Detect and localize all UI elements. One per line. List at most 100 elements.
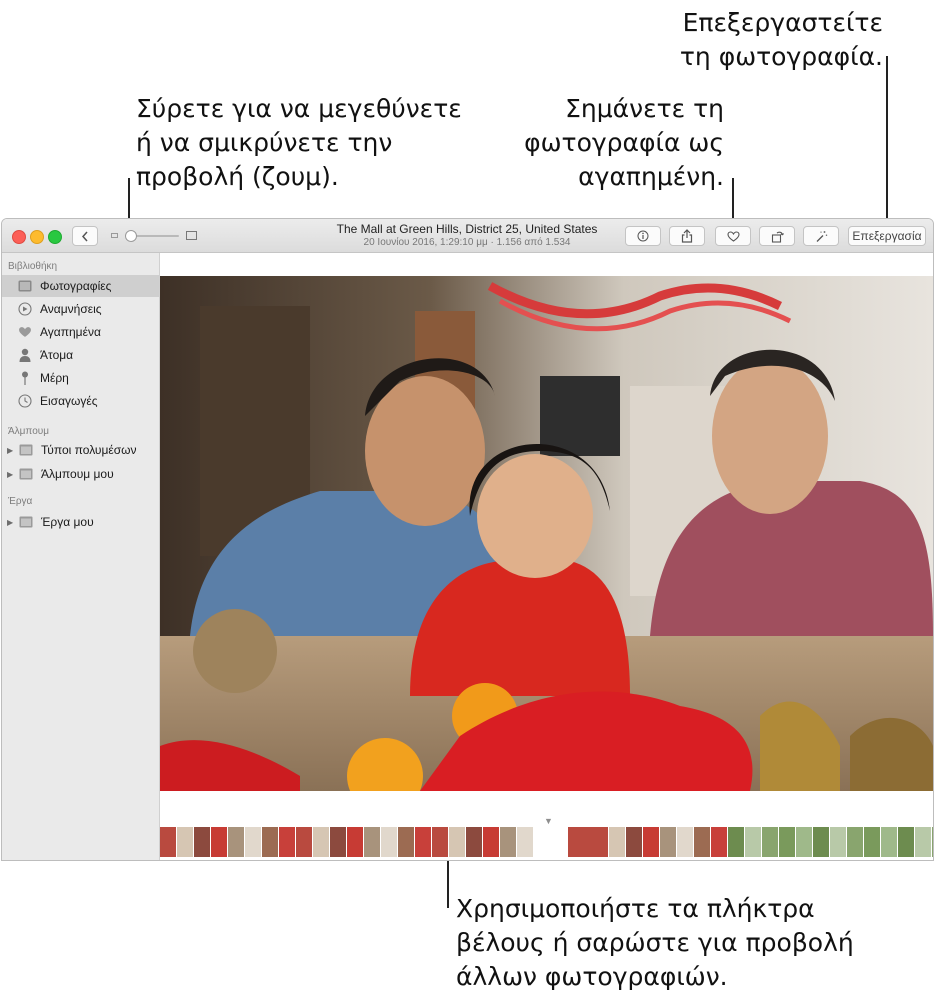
favorite-button[interactable]	[715, 226, 751, 246]
sidebar-item-label: Μέρη	[40, 371, 69, 385]
thumbnail[interactable]	[796, 827, 812, 857]
callout-edit-leader	[886, 56, 888, 226]
folder-icon	[18, 514, 34, 530]
disclosure-triangle-icon[interactable]: ▶	[7, 470, 13, 479]
zoom-slider-knob[interactable]	[125, 230, 137, 242]
close-window-button[interactable]	[12, 230, 26, 244]
thumbnail[interactable]	[160, 827, 176, 857]
thumbnail[interactable]	[364, 827, 380, 857]
thumbnail[interactable]	[915, 827, 931, 857]
thumbnail[interactable]	[551, 827, 567, 857]
thumbnail[interactable]	[177, 827, 193, 857]
info-icon	[637, 230, 649, 242]
callout-zoom-line: Σύρετε για να μεγεθύνετε	[136, 94, 462, 123]
thumbnail[interactable]	[745, 827, 761, 857]
thumbnail[interactable]	[609, 827, 625, 857]
thumbnail[interactable]	[381, 827, 397, 857]
share-button[interactable]	[669, 226, 705, 246]
photo-viewer: ▼	[160, 253, 933, 860]
rotate-button[interactable]	[759, 226, 795, 246]
thumbnail[interactable]	[279, 827, 295, 857]
thumbnail[interactable]	[415, 827, 431, 857]
sidebar-item-imports[interactable]: Εισαγωγές	[2, 390, 159, 412]
family-photo-image	[160, 276, 933, 791]
thumbnail[interactable]	[762, 827, 778, 857]
thumbnail[interactable]	[694, 827, 710, 857]
disclosure-triangle-icon[interactable]: ▶	[7, 518, 13, 527]
sidebar-item-photos[interactable]: Φωτογραφίες	[2, 275, 159, 297]
thumbnail[interactable]	[245, 827, 261, 857]
callout-zoom-line: προβολή (ζουμ).	[136, 162, 339, 191]
callout-navigate: Χρησιμοποιήστε τα πλήκτρα βέλους ή σαρώσ…	[456, 892, 854, 994]
callout-favorite: Σημάνετε τη φωτογραφία ως αγαπημένη.	[524, 92, 724, 194]
thumbnail[interactable]	[398, 827, 414, 857]
sidebar-item-my-projects[interactable]: ▶ Έργα μου	[2, 511, 159, 533]
thumbnail[interactable]	[626, 827, 642, 857]
callout-zoom-line: ή να σμικρύνετε την	[136, 128, 393, 157]
sidebar-item-places[interactable]: Μέρη	[2, 367, 159, 389]
callout-navigate-line: βέλους ή σαρώστε για προβολή	[456, 928, 854, 957]
thumbnail[interactable]	[483, 827, 499, 857]
thumbnail[interactable]	[517, 827, 533, 857]
disclosure-triangle-icon[interactable]: ▶	[7, 446, 13, 455]
thumbnail[interactable]	[568, 827, 608, 857]
heart-icon	[17, 324, 33, 340]
thumbnail[interactable]	[194, 827, 210, 857]
thumbnail[interactable]	[847, 827, 863, 857]
thumbnail[interactable]	[228, 827, 244, 857]
thumbnail[interactable]	[500, 827, 516, 857]
callout-navigate-line: Χρησιμοποιήστε τα πλήκτρα	[456, 894, 815, 923]
thumbnail[interactable]	[262, 827, 278, 857]
thumbnail[interactable]	[534, 827, 550, 857]
thumbnail[interactable]	[711, 827, 727, 857]
thumbnail[interactable]	[449, 827, 465, 857]
thumbnail[interactable]	[330, 827, 346, 857]
thumbnail-strip[interactable]	[160, 827, 933, 857]
sidebar-section-albums: Άλμπουμ	[8, 426, 49, 437]
thumbnail[interactable]	[864, 827, 880, 857]
thumbnail[interactable]	[728, 827, 744, 857]
thumbnail[interactable]	[660, 827, 676, 857]
thumbnail[interactable]	[813, 827, 829, 857]
magic-wand-icon	[816, 230, 827, 242]
minimize-window-button[interactable]	[30, 230, 44, 244]
memories-icon	[17, 301, 33, 317]
sidebar-item-memories[interactable]: Αναμνήσεις	[2, 298, 159, 320]
zoom-slider[interactable]	[111, 230, 197, 242]
sidebar-item-label: Αγαπημένα	[40, 325, 101, 339]
callout-navigate-line: άλλων φωτογραφιών.	[456, 962, 728, 991]
thumbnail[interactable]	[432, 827, 448, 857]
info-button[interactable]	[625, 226, 661, 246]
main-photo[interactable]	[160, 276, 933, 791]
thumbnail[interactable]	[643, 827, 659, 857]
thumbnail[interactable]	[779, 827, 795, 857]
sidebar-item-people[interactable]: Άτομα	[2, 344, 159, 366]
callout-edit-line: τη φωτογραφία.	[679, 42, 883, 71]
window-subtitle: 20 Ιουνίου 2016, 1:29:10 μμ · 1.156 από …	[363, 237, 571, 248]
sidebar-item-favorites[interactable]: Αγαπημένα	[2, 321, 159, 343]
chevron-left-icon	[81, 231, 88, 241]
toolbar: The Mall at Green Hills, District 25, Un…	[2, 219, 933, 253]
thumbnail[interactable]	[830, 827, 846, 857]
back-button[interactable]	[72, 226, 98, 246]
window-title: The Mall at Green Hills, District 25, Un…	[336, 222, 598, 236]
sidebar-item-label: Εισαγωγές	[40, 394, 98, 408]
sidebar-item-media-types[interactable]: ▶ Τύποι πολυμέσων	[2, 439, 159, 461]
thumbnail[interactable]	[347, 827, 363, 857]
sidebar-item-my-albums[interactable]: ▶ Άλμπουμ μου	[2, 463, 159, 485]
callout-favorite-line: Σημάνετε τη	[565, 94, 724, 123]
heart-icon	[726, 230, 740, 242]
thumbnail[interactable]	[211, 827, 227, 857]
thumbnail[interactable]	[677, 827, 693, 857]
thumbnail[interactable]	[898, 827, 914, 857]
small-thumbnail-icon	[111, 233, 118, 238]
thumbnail[interactable]	[881, 827, 897, 857]
enhance-button[interactable]	[803, 226, 839, 246]
thumbnail[interactable]	[932, 827, 933, 857]
thumbnail[interactable]	[466, 827, 482, 857]
thumbnail[interactable]	[296, 827, 312, 857]
thumbnail[interactable]	[313, 827, 329, 857]
fullscreen-window-button[interactable]	[48, 230, 62, 244]
photos-window: The Mall at Green Hills, District 25, Un…	[1, 218, 934, 861]
edit-button[interactable]: Επεξεργασία	[848, 226, 926, 246]
